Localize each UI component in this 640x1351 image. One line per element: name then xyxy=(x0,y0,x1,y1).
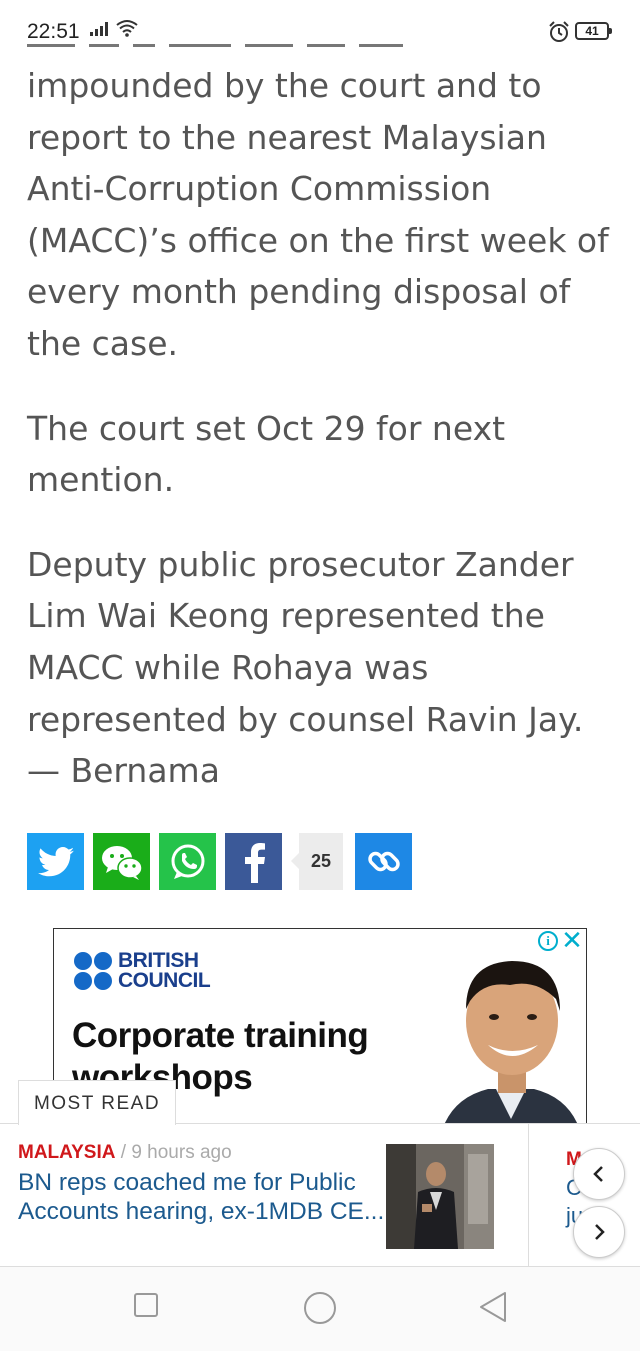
most-read-tab[interactable]: MOST READ xyxy=(18,1080,176,1125)
link-icon xyxy=(367,851,400,871)
most-read-title[interactable]: BN reps coached me for Public Accounts h… xyxy=(18,1168,393,1226)
article-paragraph: impounded by the court and to report to … xyxy=(27,66,609,363)
recents-square-icon[interactable] xyxy=(133,1292,159,1318)
share-count: 25 xyxy=(291,833,343,890)
share-bar: 25 xyxy=(27,833,412,890)
ad-brand-line2: COUNCIL xyxy=(118,969,211,992)
status-bar: 22:51 41 xyxy=(0,0,640,62)
most-read-thumbnail[interactable] xyxy=(386,1144,494,1249)
share-whatsapp-button[interactable] xyxy=(159,833,216,890)
british-council-logo: BRITISH COUNCIL xyxy=(74,949,211,992)
wifi-icon xyxy=(116,20,138,37)
logo-dots-icon xyxy=(74,952,112,990)
facebook-icon xyxy=(244,842,265,883)
ad-brand: BRITISH COUNCIL xyxy=(118,949,211,992)
most-read-time: 9 hours ago xyxy=(131,1142,232,1163)
wechat-icon xyxy=(101,845,143,880)
share-facebook-button[interactable] xyxy=(225,833,282,890)
ad-info-icon[interactable]: i xyxy=(538,931,558,951)
chevron-right-icon xyxy=(595,1224,605,1240)
ad-close-icon[interactable]: ✕ xyxy=(560,929,584,953)
status-time: 22:51 xyxy=(27,20,80,43)
ad-brand-line1: BRITISH xyxy=(118,949,199,972)
signal-icon xyxy=(90,22,108,36)
home-circle-icon[interactable] xyxy=(303,1291,337,1325)
carousel-next-button[interactable] xyxy=(573,1206,625,1258)
most-read-divider xyxy=(528,1124,529,1266)
share-twitter-button[interactable] xyxy=(27,833,84,890)
whatsapp-icon xyxy=(171,844,204,879)
battery-icon: 41 xyxy=(575,22,612,40)
share-wechat-button[interactable] xyxy=(93,833,150,890)
battery-level: 41 xyxy=(585,24,599,38)
most-read-separator: / xyxy=(115,1142,132,1163)
system-nav-bar xyxy=(0,1267,640,1351)
carousel-prev-button[interactable] xyxy=(573,1148,625,1200)
back-triangle-icon[interactable] xyxy=(478,1291,508,1323)
clipped-text-line xyxy=(27,44,427,54)
article-paragraph: The court set Oct 29 for next mention. xyxy=(27,408,506,500)
article-paragraph: Deputy public prosecutor Zander Lim Wai … xyxy=(27,544,584,791)
article-body: impounded by the court and to report to … xyxy=(27,60,617,830)
twitter-icon xyxy=(37,846,74,876)
chevron-left-icon xyxy=(593,1166,603,1182)
ad-person-photo xyxy=(436,929,586,1123)
most-read-panel: MALAYSIA / 9 hours ago BN reps coached m… xyxy=(0,1123,640,1267)
most-read-category[interactable]: MALAYSIA xyxy=(18,1142,115,1163)
alarm-icon xyxy=(549,21,569,42)
copy-link-button[interactable] xyxy=(355,833,412,890)
